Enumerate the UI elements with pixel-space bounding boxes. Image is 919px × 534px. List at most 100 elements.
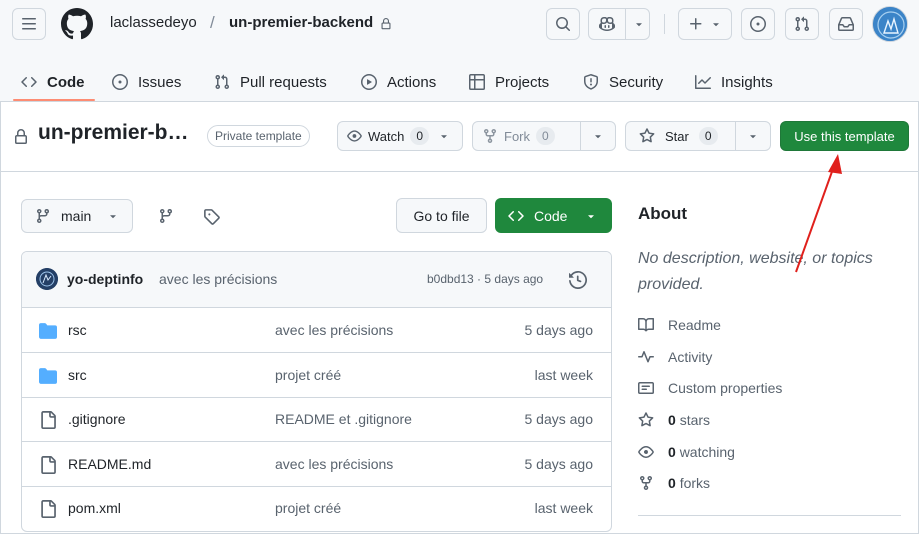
hamburger-menu-button[interactable] <box>12 8 46 40</box>
eye-icon <box>347 130 362 142</box>
tab-projects[interactable]: Projects <box>469 62 549 102</box>
author-avatar-image <box>36 268 58 290</box>
custom-properties-link[interactable]: Custom properties <box>638 380 782 396</box>
file-name[interactable]: src <box>68 367 87 383</box>
book-icon <box>638 317 654 332</box>
git-branch-icon <box>36 209 49 224</box>
use-this-template-button[interactable]: Use this template <box>780 121 909 151</box>
user-avatar[interactable] <box>872 6 908 42</box>
table-icon <box>469 74 485 90</box>
tab-code[interactable]: Code <box>21 62 85 102</box>
issue-opened-icon <box>750 16 766 32</box>
repo-forked-icon <box>640 476 652 491</box>
about-divider <box>638 515 901 516</box>
commit-author[interactable]: yo-deptinfo <box>67 271 143 287</box>
copilot-button[interactable] <box>588 8 650 40</box>
issues-shortcut-button[interactable] <box>741 8 775 40</box>
tab-code-label: Code <box>47 73 85 91</box>
branch-selector[interactable]: main <box>21 199 133 233</box>
search-button[interactable] <box>546 8 580 40</box>
tab-security[interactable]: Security <box>583 62 663 102</box>
tab-issues-label: Issues <box>138 73 182 91</box>
inbox-button[interactable] <box>829 8 863 40</box>
tag-icon <box>204 209 220 225</box>
file-name[interactable]: README.md <box>68 456 151 472</box>
selected-tab-indicator <box>13 99 95 101</box>
file-commit-time: 5 days ago <box>524 411 594 427</box>
tab-issues[interactable]: Issues <box>112 62 181 102</box>
chevron-down-icon <box>595 135 601 139</box>
star-label: Star <box>665 128 689 144</box>
tags-link[interactable] <box>203 208 220 228</box>
file-icon <box>41 500 56 518</box>
file-row[interactable]: pom.xml projet créé last week <box>22 487 611 531</box>
commit-history-button[interactable] <box>569 270 588 292</box>
file-commit-message[interactable]: avec les précisions <box>275 456 393 472</box>
file-name[interactable]: .gitignore <box>68 411 126 427</box>
file-row[interactable]: src projet créé last week <box>22 354 611 398</box>
fork-count: 0 <box>536 127 555 145</box>
watching-link[interactable]: 0 watching <box>638 444 735 460</box>
file-commit-time: last week <box>534 367 593 383</box>
file-row[interactable]: README.md avec les précisions 5 days ago <box>22 443 611 487</box>
activity-label: Activity <box>668 349 713 365</box>
watch-button[interactable]: Watch 0 <box>337 121 463 151</box>
global-header: laclassedeyo / un-premier-backend Code I… <box>0 0 919 102</box>
file-commit-message[interactable]: projet créé <box>275 367 341 383</box>
tab-insights-label: Insights <box>721 73 773 91</box>
owner-link[interactable]: laclassedeyo <box>110 14 197 31</box>
visibility-badge: Private template <box>207 125 310 147</box>
file-commit-time: 5 days ago <box>524 322 594 338</box>
fork-button[interactable]: Fork 0 <box>472 121 616 151</box>
star-button[interactable]: Star 0 <box>625 121 771 151</box>
tab-pull-requests[interactable]: Pull requests <box>214 62 327 102</box>
tab-projects-label: Projects <box>495 73 550 91</box>
file-row[interactable]: rsc avec les précisions 5 days ago <box>22 309 611 353</box>
commit-hash-time[interactable]: b0dbd13 · 5 days ago <box>427 272 543 286</box>
branches-link[interactable] <box>158 208 174 227</box>
tab-actions[interactable]: Actions <box>361 62 436 102</box>
about-heading: About <box>638 204 688 223</box>
forks-link[interactable]: 0 forks <box>638 475 710 491</box>
file-row[interactable]: .gitignore README et .gitignore 5 days a… <box>22 398 611 442</box>
code-icon <box>21 76 37 88</box>
repo-forked-icon <box>484 129 496 144</box>
hamburger-icon <box>22 18 36 30</box>
stars-link[interactable]: 0 stars <box>638 412 710 428</box>
forks-label: forks <box>679 475 711 491</box>
git-pull-request-icon <box>795 16 810 32</box>
file-commit-time: last week <box>534 500 593 516</box>
activity-link[interactable]: Activity <box>638 349 712 365</box>
watch-label: Watch <box>367 128 405 144</box>
file-commit-message[interactable]: avec les précisions <box>275 322 393 338</box>
eye-icon <box>638 446 654 458</box>
lock-icon <box>15 129 27 144</box>
lock-icon <box>381 18 391 30</box>
file-name[interactable]: rsc <box>68 322 87 338</box>
chevron-down-icon <box>110 215 117 219</box>
play-icon <box>361 74 377 90</box>
fork-label: Fork <box>504 128 530 144</box>
stars-label: stars <box>679 412 711 428</box>
commit-message[interactable]: avec les précisions <box>159 271 277 287</box>
file-name[interactable]: pom.xml <box>68 500 121 516</box>
custom-properties-label: Custom properties <box>668 380 783 396</box>
github-logo-icon[interactable] <box>60 8 93 43</box>
author-avatar[interactable] <box>36 268 58 290</box>
folder-icon <box>39 368 57 384</box>
go-to-file-button[interactable]: Go to file <box>396 198 487 233</box>
repo-header-divider <box>0 171 919 172</box>
readme-link[interactable]: Readme <box>638 317 721 333</box>
file-commit-message[interactable]: projet créé <box>275 500 341 516</box>
repo-title[interactable]: un-premier-b… <box>38 121 189 145</box>
file-commit-message[interactable]: README et .gitignore <box>275 411 412 427</box>
copilot-dropdown-caret-icon <box>636 23 642 27</box>
star-icon <box>638 412 654 427</box>
code-dropdown-button[interactable]: Code <box>495 198 612 233</box>
repo-link[interactable]: un-premier-backend <box>229 14 373 31</box>
tab-insights[interactable]: Insights <box>695 62 773 102</box>
create-new-button[interactable] <box>678 8 732 40</box>
pull-requests-shortcut-button[interactable] <box>785 8 819 40</box>
chevron-down-icon <box>441 135 447 139</box>
folder-icon <box>39 323 57 339</box>
